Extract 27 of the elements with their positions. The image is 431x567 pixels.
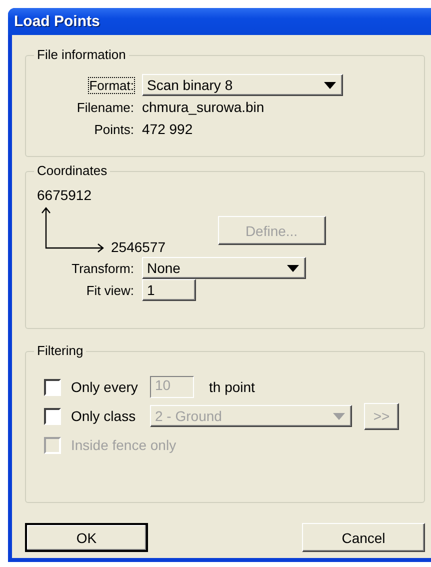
dropdown-arrow-icon[interactable] xyxy=(287,264,299,272)
dropdown[interactable]: Scan binary 8 xyxy=(142,74,343,96)
field-value: chmura_surowa.bin xyxy=(142,99,264,115)
group-title: Coordinates xyxy=(34,163,110,178)
window-title: Load Points xyxy=(14,13,100,30)
field-value: 472 992 xyxy=(142,121,193,137)
checkbox-label: Only class xyxy=(71,408,137,424)
x-coordinate: 2546577 xyxy=(111,239,166,255)
dropdown[interactable]: None xyxy=(142,257,306,279)
dropdown-arrow-icon[interactable] xyxy=(324,82,336,88)
field-label: Points: xyxy=(94,122,134,136)
checkbox-label: Inside fence only xyxy=(71,437,176,453)
group-title: Filtering xyxy=(34,343,86,358)
field-label: Format: xyxy=(89,78,134,92)
field-label: Filename: xyxy=(76,100,134,114)
checkbox[interactable] xyxy=(44,378,61,396)
group-title: File information xyxy=(34,47,129,62)
field-suffix: th point xyxy=(209,379,255,395)
checkbox[interactable] xyxy=(44,408,61,424)
axes-drawing xyxy=(41,207,105,253)
ok-button[interactable]: OK xyxy=(25,523,148,552)
field-label: Fit view: xyxy=(86,282,134,298)
fit-view-field[interactable]: 1 xyxy=(142,279,196,301)
checkbox-label: Only every xyxy=(71,379,139,395)
cancel-button[interactable]: Cancel xyxy=(302,523,425,552)
field-label: Transform: xyxy=(72,260,134,276)
y-coordinate: 6675912 xyxy=(37,187,92,203)
